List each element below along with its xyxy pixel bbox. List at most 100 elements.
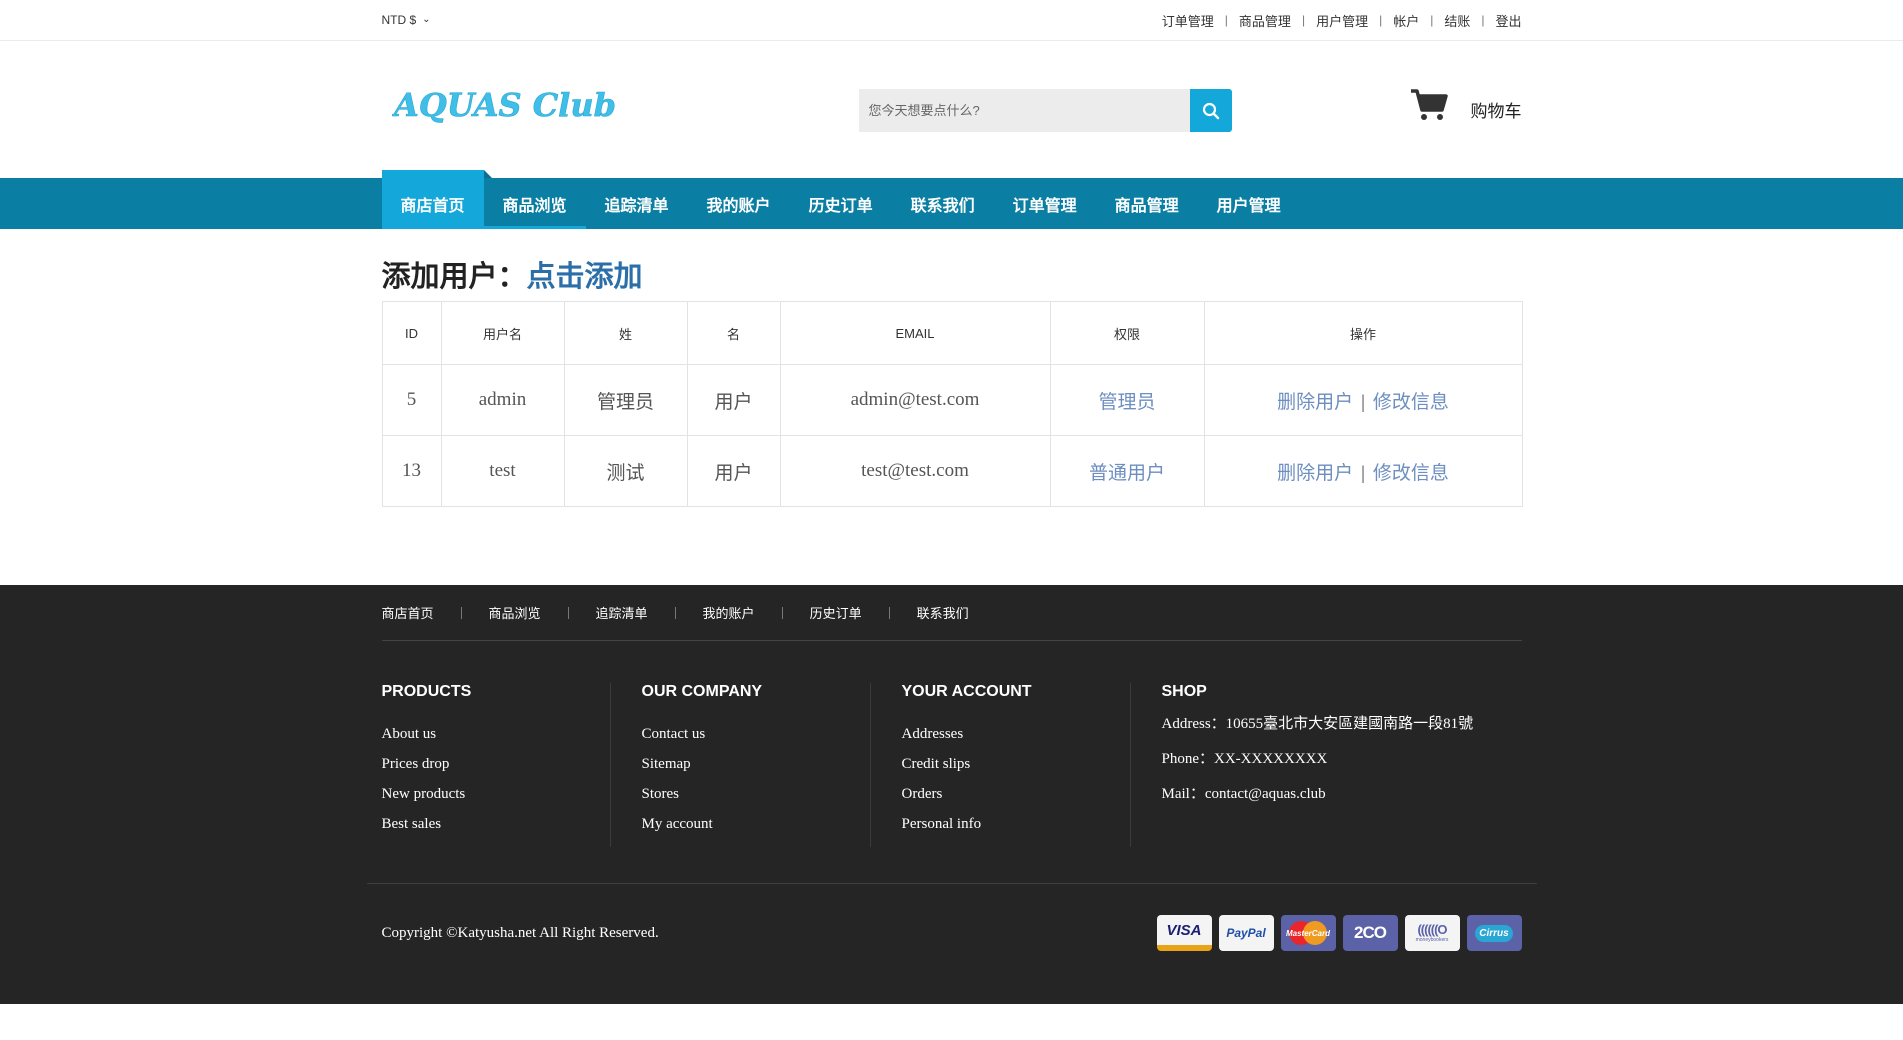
footer-nav: 商店首页 商品浏览 追踪清单 我的账户 历史订单 联系我们 [381,585,1522,641]
footer-col-title: SHOP [1161,683,1207,700]
cell-permission: 管理员 [1049,364,1205,436]
footer-col-account: YOUR ACCOUNT Addresses Credit slips Orde… [871,683,1131,847]
divider: | [1301,13,1306,27]
table-header-row: ID 用户名 姓 名 EMAIL 权限 操作 [381,301,1523,365]
site-logo[interactable]: AQUAS Club [390,85,632,130]
footer-link[interactable]: About us [382,719,610,749]
main-nav: 商店首页 商品浏览 追踪清单 我的账户 历史订单 联系我们 订单管理 商品管理 … [0,170,1903,229]
footer-link[interactable]: Orders [902,779,1130,809]
chevron-down-icon: ⌄ [422,13,431,25]
cart-link[interactable]: 购物车 [1409,87,1522,122]
table-row: 5 admin 管理员 用户 admin@test.com 管理员 删除用户 | 修… [381,364,1523,436]
nav-item-home[interactable]: 商店首页 [381,170,492,229]
divider [888,606,890,619]
top-utility-bar: NTD $ ⌄ 订单管理 | 商品管理 | 用户管理 | 帐户 | 结账 | 登… [0,0,1903,41]
divider: | [1361,391,1365,413]
edit-user-link[interactable]: 修改信息 [1373,392,1449,413]
cell-id: 5 [381,364,442,436]
visa-icon: VISA [1156,915,1212,951]
nav-item-order-history[interactable]: 历史订单 [790,178,892,229]
footer-link[interactable]: Personal info [902,809,1130,839]
cell-last-name: 测试 [563,435,688,507]
footer-link[interactable]: Addresses [902,719,1130,749]
top-link-account[interactable]: 帐户 [1393,11,1419,30]
mastercard-icon: MasterCard [1280,915,1336,951]
footer-col-company: OUR COMPANY Contact us Sitemap Stores My… [611,683,871,847]
footer-col-title: PRODUCTS [381,683,472,700]
footer-columns: PRODUCTS About us Prices drop New produc… [382,641,1522,867]
col-header-permission: 权限 [1049,301,1205,365]
nav-item-my-account[interactable]: 我的账户 [688,178,790,229]
nav-item-contact[interactable]: 联系我们 [892,178,994,229]
top-link-products-admin[interactable]: 商品管理 [1239,11,1291,30]
nav-item-product-admin[interactable]: 商品管理 [1096,178,1198,229]
cell-actions: 删除用户 | 修改信息 [1203,364,1523,436]
footer-link[interactable]: Sitemap [642,749,870,779]
top-link-logout[interactable]: 登出 [1495,11,1521,30]
shop-mail: Mail：contact@aquas.club [1161,786,1326,802]
cell-email: test@test.com [779,435,1051,507]
nav-item-user-admin[interactable]: 用户管理 [1198,178,1300,229]
footer-col-products: PRODUCTS About us Prices drop New produc… [382,683,611,847]
main-content: 添加用户：点击添加 ID 用户名 姓 名 EMAIL 权限 操作 5 admin… [0,229,1903,585]
delete-user-link[interactable]: 删除用户 [1277,463,1353,484]
nav-item-browse[interactable]: 商品浏览 [483,178,586,229]
currency-selector[interactable]: NTD $ ⌄ [382,13,431,27]
cell-username: test [440,435,565,507]
footer-link[interactable]: Credit slips [902,749,1130,779]
site-header: AQUAS Club 购物车 [0,41,1903,178]
footer-nav-order-history[interactable]: 历史订单 [810,603,862,622]
search-button[interactable] [1189,89,1232,132]
search-input[interactable] [858,89,1190,132]
currency-label: NTD $ [381,13,417,27]
search-icon [1202,102,1219,119]
footer-nav-home[interactable]: 商店首页 [382,603,434,622]
footer-col-shop: SHOP Address：10655臺北市大安區建國南路一段81號 Phone：… [1131,683,1522,847]
col-header-id: ID [381,301,442,365]
nav-item-order-admin[interactable]: 订单管理 [994,178,1096,229]
footer-link[interactable]: Best sales [382,809,610,839]
cell-id: 13 [381,435,442,507]
cell-username: admin [440,364,565,436]
divider [674,606,676,619]
col-header-last-name: 姓 [563,301,688,365]
footer-link[interactable]: Contact us [642,719,870,749]
footer-link[interactable]: Prices drop [382,749,610,779]
top-link-checkout[interactable]: 结账 [1444,11,1470,30]
footer-nav-contact[interactable]: 联系我们 [917,603,969,622]
cirrus-icon: Cirrus [1466,915,1522,951]
add-user-link[interactable]: 点击添加 [527,261,643,293]
footer-nav-tracking[interactable]: 追踪清单 [596,603,648,622]
copyright-text: Copyright ©Katyusha.net All Right Reserv… [381,925,659,941]
divider: | [1430,13,1434,27]
divider: | [1379,13,1383,27]
footer-link[interactable]: New products [382,779,610,809]
delete-user-link[interactable]: 删除用户 [1277,392,1353,413]
top-link-orders-admin[interactable]: 订单管理 [1162,11,1214,30]
top-link-users-admin[interactable]: 用户管理 [1316,11,1368,30]
cell-last-name: 管理员 [563,364,688,436]
footer-link[interactable]: My account [642,809,870,839]
divider [460,606,462,619]
nav-item-tracking[interactable]: 追踪清单 [586,178,688,229]
table-row: 13 test 测试 用户 test@test.com 普通用户 删除用户 | 修改… [381,435,1523,507]
moneybookers-icon: ((((((O moneybookers [1404,915,1460,951]
footer-link[interactable]: Stores [642,779,870,809]
footer-bottom: Copyright ©Katyusha.net All Right Reserv… [366,883,1537,981]
edit-user-link[interactable]: 修改信息 [1373,463,1449,484]
users-table: ID 用户名 姓 名 EMAIL 权限 操作 5 admin 管理员 用户 ad… [381,301,1523,507]
cart-icon [1410,88,1448,120]
logo-wordmark: AQUAS Club [390,86,616,125]
2co-icon: 2CO [1342,915,1398,951]
cart-label: 购物车 [1470,102,1522,121]
divider [567,606,569,619]
cell-actions: 删除用户 | 修改信息 [1203,435,1523,507]
footer-nav-my-account[interactable]: 我的账户 [703,603,755,622]
divider: | [1481,13,1485,27]
payment-methods: VISA PayPal MasterCard 2CO ((((((O money… [1156,915,1522,951]
footer-nav-browse[interactable]: 商品浏览 [489,603,541,622]
divider: | [1224,13,1228,27]
divider [781,606,783,619]
col-header-actions: 操作 [1203,301,1523,365]
cell-permission: 普通用户 [1049,435,1205,507]
